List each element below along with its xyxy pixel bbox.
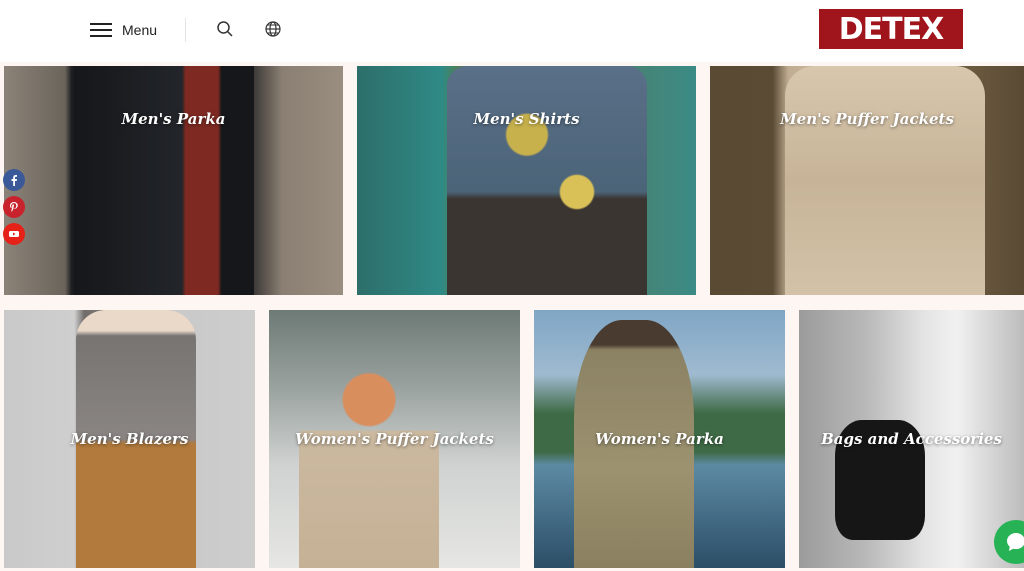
- category-tile-womens-puffer-jackets[interactable]: Women's Puffer Jackets: [269, 310, 520, 568]
- tile-title: Women's Parka: [595, 430, 724, 448]
- facebook-icon: [11, 175, 17, 186]
- tile-title: Bags and Accessories: [821, 430, 1002, 448]
- tile-image: [299, 370, 439, 568]
- category-tile-mens-blazers[interactable]: Men's Blazers: [4, 310, 255, 568]
- tile-image: [785, 66, 985, 295]
- category-tile-bags-accessories[interactable]: Bags and Accessories: [799, 310, 1024, 568]
- logo-text: DETEX: [838, 11, 944, 47]
- tile-title: Men's Shirts: [473, 110, 580, 128]
- globe-icon[interactable]: [264, 20, 282, 38]
- tile-title: Men's Blazers: [70, 430, 189, 448]
- tile-title: Men's Puffer Jackets: [780, 110, 954, 128]
- tile-image: [447, 66, 647, 295]
- category-tile-mens-parka[interactable]: Men's Parka: [4, 66, 343, 295]
- pinterest-link[interactable]: [3, 196, 25, 218]
- category-tile-womens-parka[interactable]: Women's Parka: [534, 310, 785, 568]
- category-tile-mens-shirts[interactable]: Men's Shirts: [357, 66, 696, 295]
- facebook-link[interactable]: [3, 169, 25, 191]
- header-divider: [185, 18, 186, 42]
- search-icon[interactable]: [216, 20, 234, 38]
- chat-icon: [1007, 533, 1024, 551]
- youtube-link[interactable]: [3, 223, 25, 245]
- category-tile-mens-puffer-jackets[interactable]: Men's Puffer Jackets: [710, 66, 1024, 295]
- menu-icon: [90, 23, 112, 37]
- pinterest-icon: [10, 202, 18, 212]
- menu-button[interactable]: Menu: [90, 18, 157, 42]
- tile-image: [74, 66, 254, 295]
- tile-title: Men's Parka: [121, 110, 226, 128]
- brand-logo[interactable]: DETEX: [819, 9, 963, 49]
- youtube-icon: [9, 231, 19, 237]
- menu-label: Menu: [122, 22, 158, 38]
- tile-title: Women's Puffer Jackets: [295, 430, 494, 448]
- site-header: Menu DETEX: [0, 0, 1024, 62]
